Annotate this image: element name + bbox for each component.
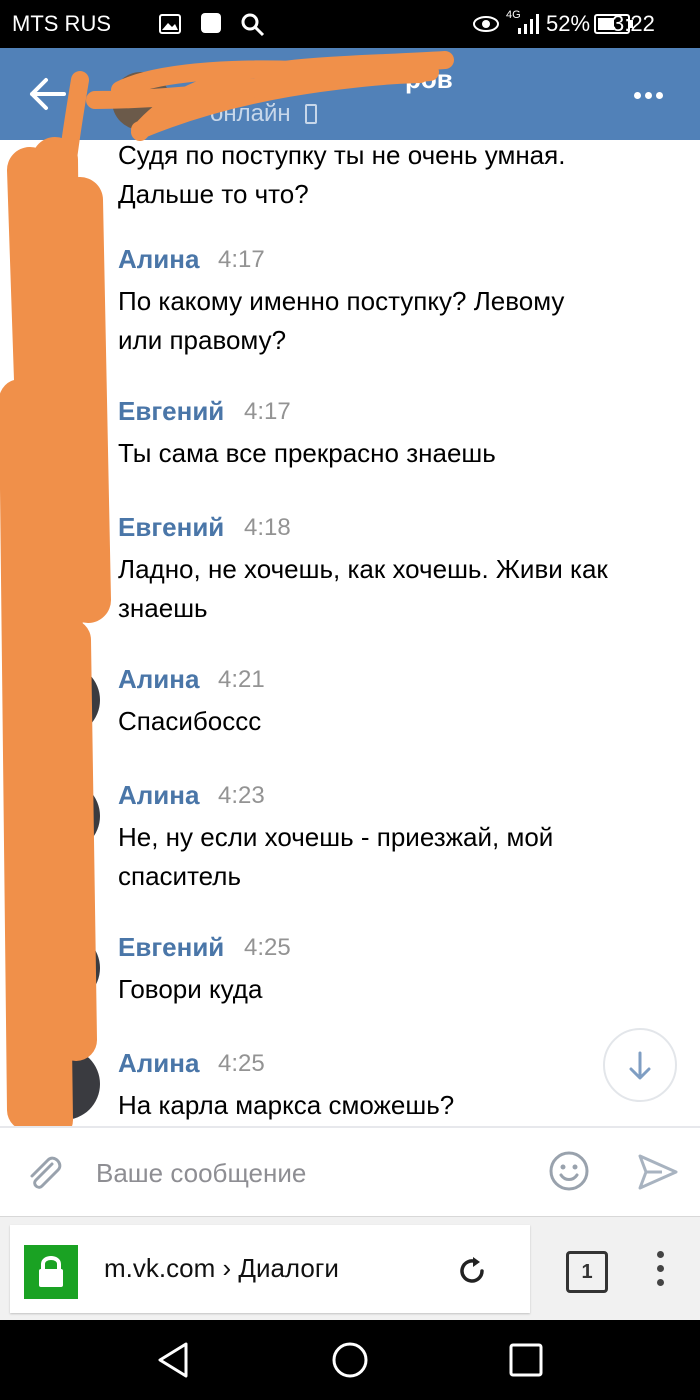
message-author[interactable]: Алина bbox=[118, 1048, 199, 1079]
message-time: 4:23 bbox=[218, 782, 265, 809]
battery-percent: 52% bbox=[546, 11, 591, 36]
carrier-label: MTS RUS bbox=[12, 11, 111, 36]
message-text: Спасибоссс bbox=[118, 706, 262, 736]
clock: 3:22 bbox=[612, 11, 655, 36]
reload-icon[interactable] bbox=[456, 1255, 488, 1287]
back-triangle-icon[interactable] bbox=[152, 1338, 196, 1382]
tabs-button[interactable]: 1 bbox=[566, 1251, 608, 1293]
chat-header: ров онлайн bbox=[0, 48, 700, 140]
message-time: 4:25 bbox=[244, 934, 291, 961]
message-author[interactable]: Евгений bbox=[118, 512, 224, 543]
send-icon[interactable] bbox=[636, 1150, 680, 1194]
message-text: Ладно, не хочешь, как хочешь. Живи как з… bbox=[118, 554, 608, 623]
notification-icon bbox=[201, 13, 221, 33]
smiley-icon[interactable] bbox=[548, 1150, 590, 1192]
home-circle-icon[interactable] bbox=[328, 1338, 372, 1382]
message-text: На карла маркса сможешь? bbox=[118, 1090, 455, 1120]
lock-icon bbox=[24, 1245, 78, 1299]
avatar[interactable] bbox=[28, 780, 100, 852]
system-nav-bar bbox=[0, 1320, 700, 1400]
search-icon bbox=[241, 13, 265, 37]
message-author[interactable]: Евгений bbox=[118, 396, 224, 427]
more-icon[interactable] bbox=[634, 86, 674, 106]
message-list[interactable]: Судя по поступку ты не очень умная. Даль… bbox=[0, 140, 700, 1126]
arrow-down-icon bbox=[629, 1051, 651, 1080]
message-author[interactable]: Алина bbox=[118, 664, 199, 695]
message-text: По какому именно поступку? Левому или пр… bbox=[118, 286, 565, 355]
message-author[interactable]: Евгений bbox=[118, 932, 224, 963]
message-text: Судя по поступку ты не очень умная. Даль… bbox=[118, 140, 566, 209]
message-time: 4:17 bbox=[244, 398, 291, 425]
scroll-down-button[interactable] bbox=[603, 1028, 677, 1102]
message-time: 4:25 bbox=[218, 1050, 265, 1077]
recents-square-icon[interactable] bbox=[504, 1338, 548, 1382]
signal-icon bbox=[518, 14, 539, 34]
online-status: онлайн bbox=[210, 100, 291, 127]
gallery-icon bbox=[159, 14, 181, 34]
paperclip-icon[interactable] bbox=[22, 1150, 66, 1194]
mobile-icon bbox=[305, 104, 317, 124]
avatar[interactable] bbox=[28, 932, 100, 1004]
contact-name: ров bbox=[405, 64, 453, 94]
message-time: 4:17 bbox=[218, 246, 265, 273]
browser-toolbar: m.vk.com › Диалоги 1 bbox=[0, 1216, 700, 1320]
message-author[interactable]: Алина bbox=[118, 244, 199, 275]
url-text: m.vk.com › Диалоги bbox=[104, 1253, 339, 1283]
menu-dots-icon[interactable] bbox=[652, 1251, 668, 1295]
message-time: 4:18 bbox=[244, 514, 291, 541]
message-time: 4:21 bbox=[218, 666, 265, 693]
message-text: Не, ну если хочешь - приезжай, мой спаси… bbox=[118, 822, 554, 891]
url-bar[interactable]: m.vk.com › Диалоги bbox=[10, 1225, 530, 1313]
message-author[interactable]: Алина bbox=[118, 780, 199, 811]
avatar[interactable] bbox=[28, 1048, 100, 1120]
message-text: Говори куда bbox=[118, 974, 263, 1004]
eye-icon bbox=[473, 16, 499, 32]
message-composer bbox=[0, 1126, 700, 1216]
message-input[interactable] bbox=[96, 1150, 526, 1196]
status-bar: MTS RUS 4G 52% 3:22 bbox=[0, 0, 700, 48]
back-arrow-icon[interactable] bbox=[26, 76, 68, 112]
avatar[interactable] bbox=[28, 664, 100, 736]
avatar[interactable] bbox=[112, 72, 170, 130]
message-text: Ты сама все прекрасно знаешь bbox=[118, 438, 496, 468]
